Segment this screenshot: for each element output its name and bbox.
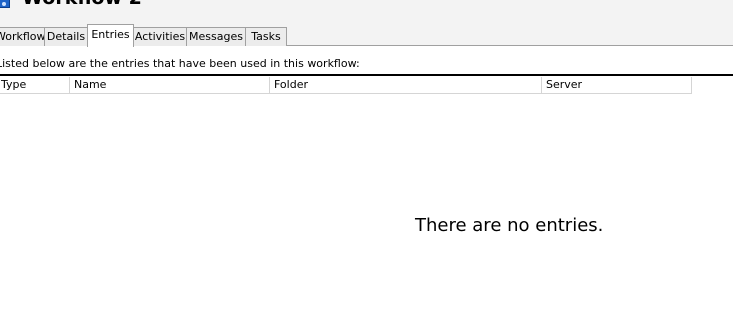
column-header-type[interactable]: Type bbox=[0, 77, 70, 93]
empty-entries-message: There are no entries. bbox=[415, 215, 604, 236]
tab-messages[interactable]: Messages bbox=[186, 27, 246, 46]
tab-activities[interactable]: Activities bbox=[133, 27, 187, 46]
window-title: Workflow 2 bbox=[22, 0, 142, 9]
entries-description: Listed below are the entries that have b… bbox=[0, 57, 360, 70]
column-header-server[interactable]: Server bbox=[542, 77, 691, 93]
entries-list-header: Type Name Folder Server bbox=[0, 77, 692, 94]
tab-workflow[interactable]: Workflow bbox=[0, 27, 45, 46]
workflow-properties-page: Workflow 2 Workflow Details Entries Acti… bbox=[0, 0, 733, 324]
tab-tasks[interactable]: Tasks bbox=[245, 27, 287, 46]
tab-entries[interactable]: Entries bbox=[87, 24, 134, 47]
column-header-folder[interactable]: Folder bbox=[270, 77, 542, 93]
divider bbox=[0, 74, 733, 76]
workflow-app-icon bbox=[0, 0, 10, 8]
column-header-name[interactable]: Name bbox=[70, 77, 270, 93]
tab-details[interactable]: Details bbox=[44, 27, 88, 46]
tab-strip: Workflow Details Entries Activities Mess… bbox=[0, 24, 733, 47]
